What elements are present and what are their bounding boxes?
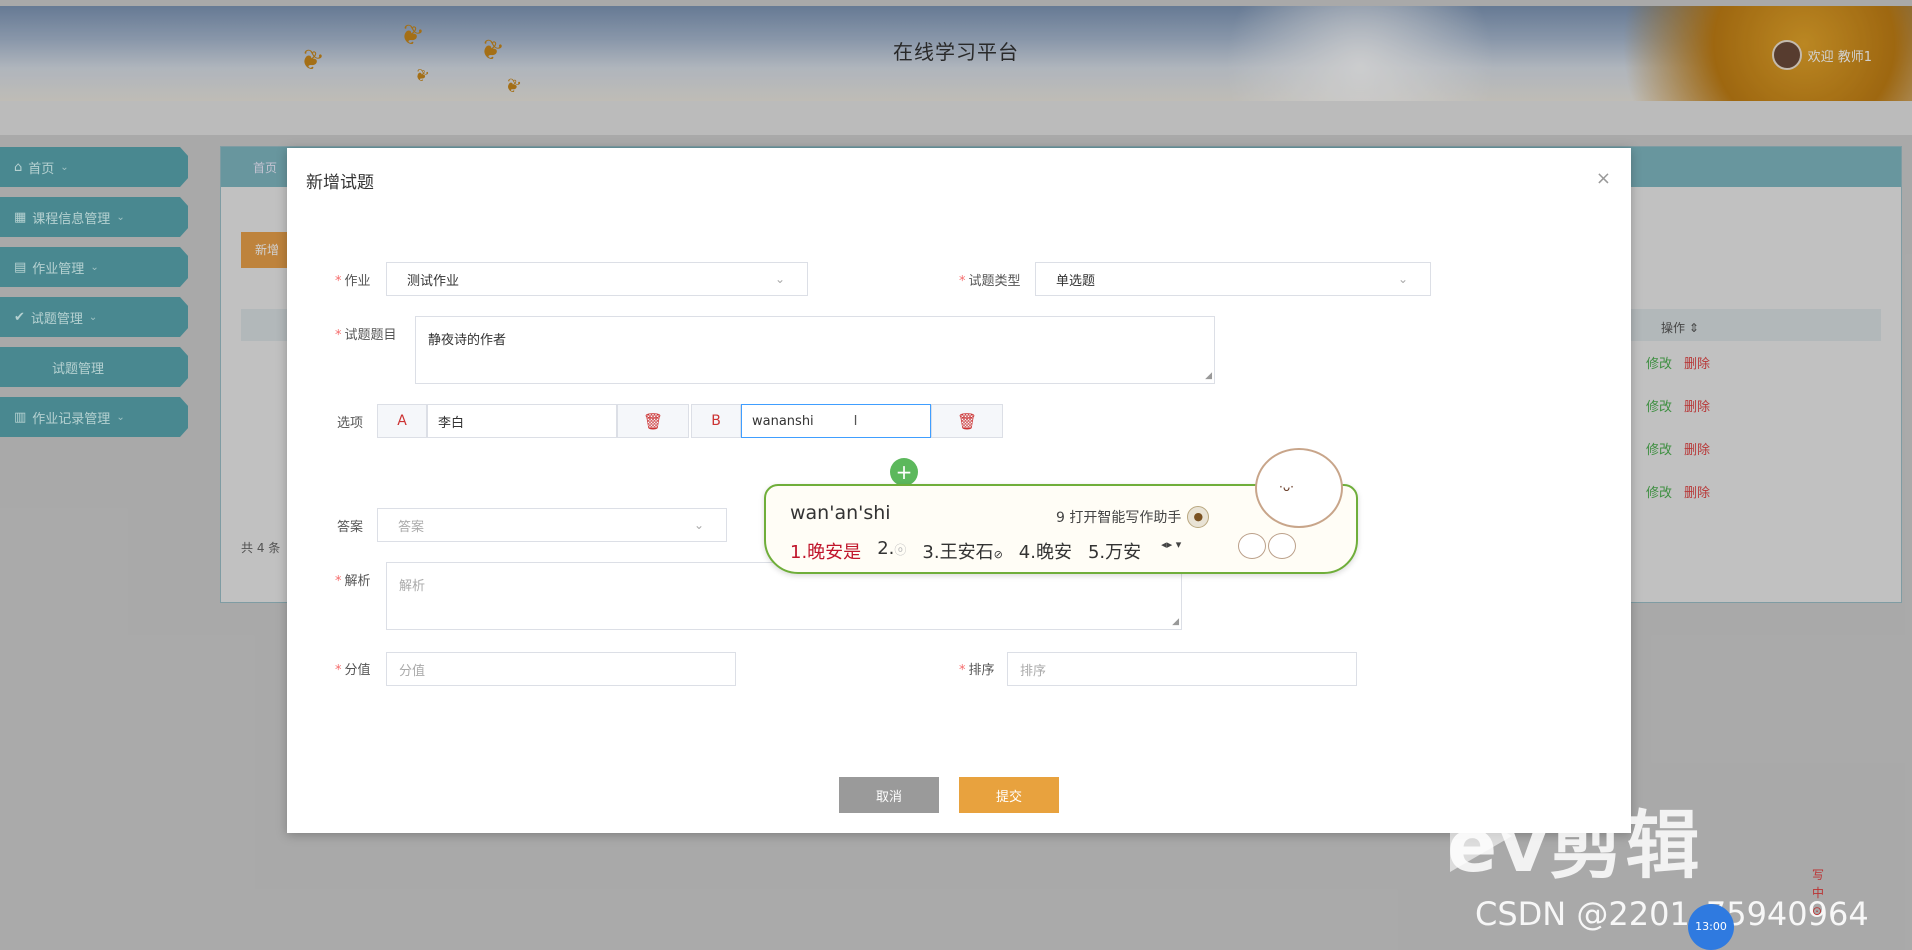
homework-label: * 作业 (335, 274, 371, 289)
mascot-image: ·ᴗ· (1255, 448, 1343, 528)
ime-candidate[interactable]: 2.ⓞ (877, 538, 906, 564)
emoji-icon: ⓞ (894, 543, 907, 557)
ime-candidate[interactable]: 3.王安石⊘ (922, 538, 1002, 564)
analysis-label: * 解析 (335, 574, 371, 589)
question-title-label: * 试题题目 (335, 328, 397, 343)
chevron-down-icon: ⌄ (1397, 272, 1408, 286)
option-row-a: A 李白 🗑 (377, 404, 689, 438)
option-input-text: wananshi (752, 413, 814, 429)
ime-assist[interactable]: 9 打开智能写作助手 ● (1056, 506, 1210, 528)
submit-button[interactable]: 提交 (959, 777, 1059, 813)
trash-icon[interactable]: 🗑 (931, 404, 1003, 438)
answer-select[interactable]: 答案 ⌄ (377, 508, 727, 542)
sort-label: * 排序 (959, 663, 995, 678)
question-type-label: * 试题类型 (959, 274, 1021, 289)
assistant-icon: ● (1187, 506, 1210, 528)
resize-handle-icon[interactable]: ◢ (1172, 617, 1179, 627)
ime-candidate[interactable]: 5.万安 (1088, 538, 1141, 564)
option-input[interactable]: wananshi Ⅰ (741, 404, 931, 438)
ev-logo: ev剪辑 (1447, 803, 1702, 889)
options-label: 选项 (337, 416, 364, 431)
analysis-placeholder: 解析 (399, 579, 426, 594)
question-type-select[interactable]: 单选题 ⌄ (1035, 262, 1431, 296)
ime-status-icons: 写 中 ⊙ (1812, 868, 1825, 918)
score-label: * 分值 (335, 663, 371, 678)
answer-placeholder: 答案 (398, 519, 425, 535)
cancel-button[interactable]: 取消 (839, 777, 939, 813)
csdn-watermark: CSDN @2201_75940964 (1475, 895, 1869, 933)
ime-composition: wan'an'shi (790, 502, 891, 524)
sort-input[interactable]: 排序 (1007, 652, 1357, 686)
trash-icon[interactable]: 🗑 (617, 404, 689, 438)
resize-handle-icon[interactable]: ◢ (1205, 371, 1212, 381)
mascot-image (1238, 533, 1266, 559)
score-input[interactable]: 分值 (386, 652, 736, 686)
homework-select[interactable]: 测试作业 ⌄ (386, 262, 808, 296)
option-row-b: B wananshi Ⅰ 🗑 (691, 404, 1003, 438)
chevron-down-icon: ⌄ (774, 272, 785, 286)
ime-candidate[interactable]: 1.晚安是 (790, 538, 861, 564)
answer-label: 答案 (337, 520, 364, 535)
dialog-title: 新增试题 (306, 173, 374, 193)
option-letter: A (377, 404, 427, 438)
homework-value: 测试作业 (407, 273, 460, 289)
ime-assist-text: 9 打开智能写作助手 (1056, 510, 1182, 526)
mascot-image (1268, 533, 1296, 559)
close-icon[interactable]: × (1596, 168, 1611, 189)
chevron-down-icon: ⌄ (693, 518, 704, 532)
clock-badge: 13:00 (1688, 904, 1734, 950)
add-option-button[interactable]: + (890, 458, 918, 486)
question-type-value: 单选题 (1056, 273, 1096, 289)
option-input[interactable]: 李白 (427, 404, 617, 438)
text-cursor-icon: Ⅰ (853, 413, 858, 429)
sort-placeholder: 排序 (1020, 663, 1047, 679)
ime-candidate[interactable]: 4.晚安 (1019, 538, 1072, 564)
question-title-value: 静夜诗的作者 (428, 333, 507, 348)
page-arrows-icon[interactable]: ◂▸ ▾ (1161, 538, 1181, 564)
score-placeholder: 分值 (399, 663, 426, 679)
option-letter: B (691, 404, 741, 438)
check-icon: ⊘ (993, 548, 1003, 561)
ime-candidate-list: 1.晚安是 2.ⓞ 3.王安石⊘ 4.晚安 5.万安 ◂▸ ▾ (790, 538, 1181, 564)
question-title-textarea[interactable]: 静夜诗的作者 ◢ (415, 316, 1215, 384)
